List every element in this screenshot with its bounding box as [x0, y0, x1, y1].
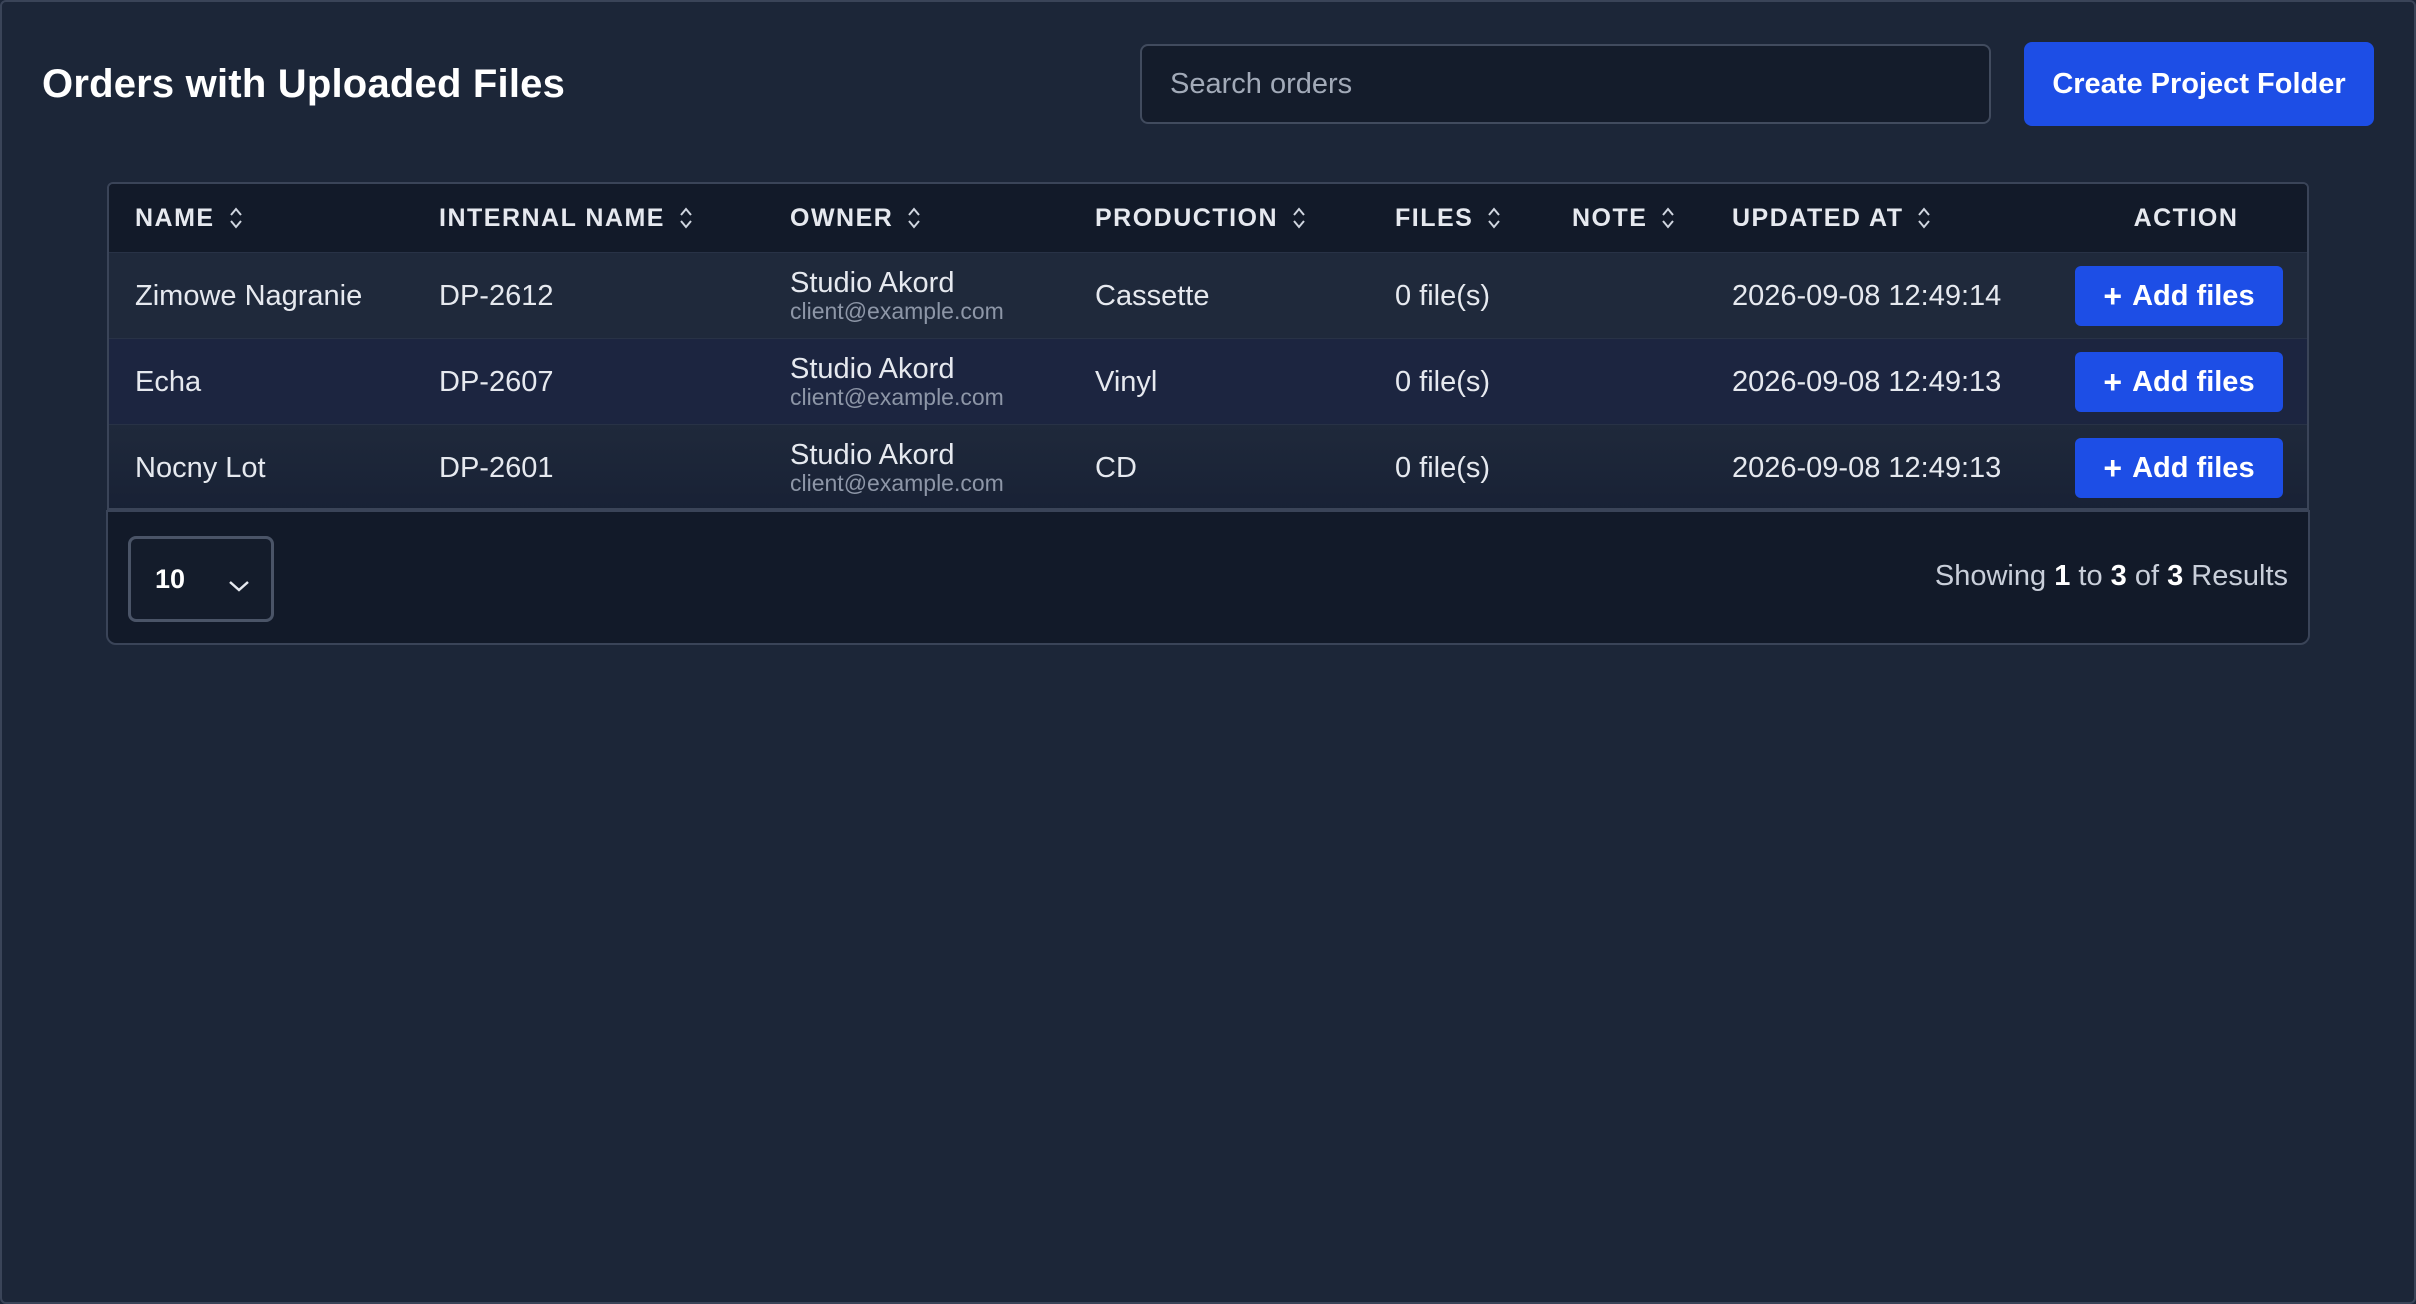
column-header-name[interactable]: NAME	[135, 184, 243, 252]
results-total: 3	[2167, 560, 2184, 592]
order-internal-name: DP-2601	[439, 451, 554, 484]
column-header-owner[interactable]: OWNER	[790, 184, 921, 252]
column-header-internal-name[interactable]: INTERNAL NAME	[439, 184, 693, 252]
order-name: Zimowe Nagranie	[135, 279, 363, 312]
owner-name: Studio Akord	[790, 353, 955, 385]
page-size-value: 10	[155, 563, 186, 594]
column-header-updated-at[interactable]: UPDATED AT	[1732, 184, 1931, 252]
order-internal-name: DP-2607	[439, 365, 554, 398]
column-header-note[interactable]: NOTE	[1572, 184, 1675, 252]
plus-icon: +	[2103, 364, 2123, 400]
sort-icon	[1917, 206, 1931, 230]
table-row: Zimowe Nagranie DP-2612 Studio Akord cli…	[109, 252, 2307, 339]
order-files: 0 file(s)	[1395, 279, 1491, 312]
page-title: Orders with Uploaded Files	[42, 62, 566, 106]
results-from: 1	[2054, 560, 2071, 592]
order-name: Echa	[135, 365, 202, 398]
search-input[interactable]	[1140, 44, 1991, 124]
column-header-production[interactable]: PRODUCTION	[1095, 184, 1306, 252]
owner-name: Studio Akord	[790, 439, 955, 471]
sort-icon	[907, 206, 921, 230]
plus-icon: +	[2103, 278, 2123, 314]
page-size-select[interactable]: 10	[128, 536, 274, 622]
results-to: 3	[2110, 560, 2127, 592]
order-files: 0 file(s)	[1395, 451, 1491, 484]
order-files: 0 file(s)	[1395, 365, 1491, 398]
orders-table: NAME INTERNAL NAME OWNER PRODUCTION FILE…	[107, 182, 2309, 510]
order-name: Nocny Lot	[135, 451, 266, 484]
chevron-down-icon	[227, 571, 251, 602]
table-header: NAME INTERNAL NAME OWNER PRODUCTION FILE…	[109, 184, 2307, 252]
sort-icon	[1487, 206, 1501, 230]
order-updated-at: 2026-09-08 12:49:13	[1732, 365, 2002, 398]
add-files-button[interactable]: + Add files	[2075, 352, 2283, 412]
add-files-button[interactable]: + Add files	[2075, 438, 2283, 498]
pagination-bar: 10 Showing 1 to 3 of 3 Results	[106, 510, 2310, 645]
column-header-files[interactable]: FILES	[1395, 184, 1501, 252]
order-production: CD	[1095, 451, 1137, 484]
column-header-action: ACTION	[2133, 203, 2239, 232]
add-files-button[interactable]: + Add files	[2075, 266, 2283, 326]
sort-icon	[229, 206, 243, 230]
sort-icon	[1292, 206, 1306, 230]
order-owner: Studio Akord client@example.com	[790, 339, 1004, 425]
order-owner: Studio Akord client@example.com	[790, 253, 1004, 339]
order-updated-at: 2026-09-08 12:49:14	[1732, 279, 2002, 312]
order-updated-at: 2026-09-08 12:49:13	[1732, 451, 2002, 484]
order-internal-name: DP-2612	[439, 279, 554, 312]
sort-icon	[679, 206, 693, 230]
owner-email: client@example.com	[790, 384, 1004, 410]
owner-email: client@example.com	[790, 298, 1004, 324]
table-row: Nocny Lot DP-2601 Studio Akord client@ex…	[109, 424, 2307, 508]
results-summary: Showing 1 to 3 of 3 Results	[1934, 560, 2288, 592]
owner-name: Studio Akord	[790, 267, 955, 299]
order-production: Cassette	[1095, 279, 1210, 312]
create-project-folder-button[interactable]: Create Project Folder	[2024, 42, 2374, 126]
owner-email: client@example.com	[790, 470, 1004, 496]
plus-icon: +	[2103, 450, 2123, 486]
sort-icon	[1661, 206, 1675, 230]
order-owner: Studio Akord client@example.com	[790, 425, 1004, 508]
table-row: Echa DP-2607 Studio Akord client@example…	[109, 338, 2307, 425]
order-production: Vinyl	[1095, 365, 1158, 398]
